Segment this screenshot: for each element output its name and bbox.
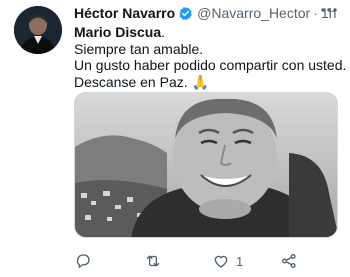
retweet-button[interactable] <box>144 250 162 272</box>
verified-badge-icon <box>178 6 193 21</box>
reply-icon <box>76 254 90 269</box>
tweet-header: Héctor Navarro @Navarro_Hector · 1h <box>74 4 342 22</box>
author-handle[interactable]: @Navarro_Hector <box>197 5 310 21</box>
reply-button[interactable] <box>74 250 92 272</box>
like-button[interactable]: 1 <box>212 250 243 272</box>
tweet-actions: 1 <box>74 250 340 272</box>
tweet-photo[interactable] <box>74 92 338 238</box>
tweet-line-4: Descanse en Paz. 🙏 <box>74 74 340 91</box>
avatar[interactable] <box>14 6 62 54</box>
retweet-icon <box>146 255 160 267</box>
period: . <box>161 24 166 40</box>
tweet-line-4-text: Descanse en Paz. <box>74 73 188 90</box>
tweet-text: Mario Discua. Siempre tan amable. Un gus… <box>74 24 347 91</box>
share-icon <box>282 254 296 268</box>
tweet-card[interactable]: Héctor Navarro @Navarro_Hector · 1h Mari… <box>0 0 350 277</box>
photo-image <box>75 93 337 237</box>
tweet-line-2: Siempre tan amable. <box>74 40 204 57</box>
author-name[interactable]: Héctor Navarro <box>74 5 175 21</box>
like-count: 1 <box>236 253 244 269</box>
more-icon[interactable] <box>318 2 340 18</box>
pray-emoji: 🙏 <box>191 73 209 90</box>
tweet-line-3: Un gusto haber podido compartir con uste… <box>74 57 347 73</box>
share-button[interactable] <box>280 250 298 272</box>
like-icon <box>214 255 228 268</box>
mention-name: Mario Discua <box>74 24 162 40</box>
tweet-line-1: Mario Discua. <box>74 24 340 41</box>
